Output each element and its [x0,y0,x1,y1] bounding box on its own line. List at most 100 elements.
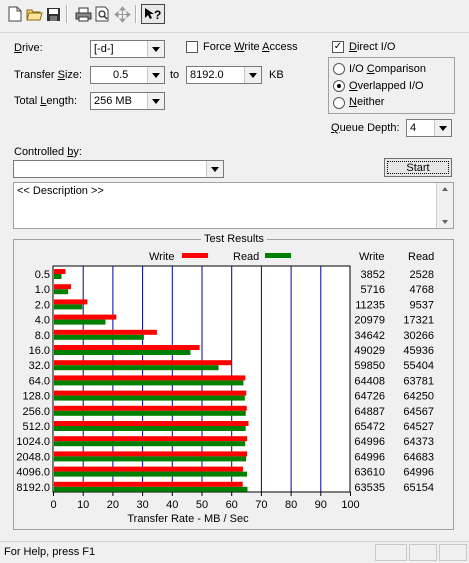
write-bar [54,269,66,274]
read-bar [54,410,246,416]
chevron-down-icon[interactable] [147,93,164,109]
y-tick-label: 32.0 [29,360,50,372]
read-bar [54,426,246,431]
overlapped-io-radio[interactable] [333,80,345,92]
y-tick-label: 512.0 [22,421,50,433]
chevron-down-icon[interactable] [147,67,164,83]
total-length-select[interactable]: 256 MB [90,92,165,110]
transfer-size-to-select[interactable]: 8192.0 [186,66,262,84]
x-tick-label: 40 [166,499,178,511]
read-value-label: 65154 [403,482,434,494]
write-value-label: 5716 [361,284,385,296]
context-help-icon[interactable]: ? [141,4,165,24]
write-value-label: 59850 [354,360,385,372]
legend-write-label: Write [149,251,174,263]
write-bar [54,390,247,396]
x-tick-label: 0 [50,499,56,511]
print-preview-icon[interactable] [92,4,112,24]
new-icon[interactable] [5,4,25,24]
toolbar: ? [0,0,469,33]
chevron-down-icon[interactable] [206,161,223,177]
read-bar [54,319,106,325]
neither-label: Neither [349,96,385,108]
y-tick-label: 64.0 [29,375,50,387]
description-text: << Description >> [17,185,104,197]
svg-text:?: ? [154,8,161,21]
queue-depth-value: 4 [410,122,417,134]
write-bar [54,466,243,472]
controlled-by-label: Controlled by: [14,146,82,158]
description-scrollbar[interactable] [436,183,453,228]
neither-radio[interactable] [333,97,345,109]
write-value-label: 34642 [354,330,385,342]
total-length-label: Total Length: [14,95,78,107]
description-textarea[interactable]: << Description >> [13,182,454,229]
read-value-label: 64527 [403,421,434,433]
read-value-label: 64250 [403,391,434,403]
save-icon[interactable] [43,4,63,24]
y-tick-label: 2048.0 [16,451,50,463]
read-bar [54,274,62,279]
write-value-label: 63610 [354,467,385,479]
drive-value: [-d-] [94,43,114,55]
force-write-access-checkbox[interactable] [186,41,198,53]
legend-read-label: Read [233,251,259,263]
y-tick-label: 16.0 [29,345,50,357]
transfer-size-to-value: 8192.0 [190,69,224,81]
transfer-size-unit: KB [269,69,284,81]
transfer-size-to-label: to [170,69,180,81]
y-tick-label: 2.0 [35,299,50,311]
read-column-header: Read [408,251,434,263]
total-length-value: 256 MB [94,95,132,107]
status-pane [439,544,467,561]
status-text: For Help, press F1 [4,546,96,558]
drive-label: Drive: [14,42,43,54]
write-value-label: 49029 [354,345,385,357]
chevron-down-icon[interactable] [147,41,164,57]
status-pane [409,544,437,561]
read-bar [54,304,83,310]
direct-io-label: Direct I/O [349,41,396,53]
read-bar [54,471,248,477]
x-tick-label: 60 [226,499,238,511]
read-bar [54,456,247,462]
write-bar [54,329,157,335]
x-tick-label: 50 [196,499,208,511]
queue-depth-select[interactable]: 4 [406,119,452,137]
write-bar [54,345,200,350]
x-tick-label: 20 [107,499,119,511]
write-bar [54,314,117,320]
y-tick-label: 1024.0 [16,436,50,448]
io-comparison-radio[interactable] [333,63,345,75]
write-value-label: 64887 [354,406,385,418]
chevron-down-icon[interactable] [244,67,261,83]
y-tick-label: 1.0 [35,284,50,296]
write-value-label: 3852 [361,269,385,281]
y-tick-label: 128.0 [22,391,50,403]
read-bar [54,395,245,401]
direct-io-checkbox[interactable]: ✓ [332,41,344,53]
transfer-size-from-select[interactable]: 0.5 [90,66,165,84]
controlled-by-select[interactable] [13,160,224,178]
move-icon[interactable] [112,4,132,24]
write-bar [54,284,71,290]
print-icon[interactable] [73,4,93,24]
write-value-label: 20979 [354,315,385,327]
io-comparison-label: I/O Comparison [349,63,427,75]
read-bar [54,350,191,355]
read-value-label: 55404 [403,360,434,372]
x-axis-label: Transfer Rate - MB / Sec [127,513,249,525]
write-value-label: 11235 [355,299,385,311]
drive-select[interactable]: [-d-] [90,40,165,58]
force-write-access-label: Force Write Access [203,41,298,53]
read-value-label: 2528 [410,269,434,281]
y-tick-label: 0.5 [35,269,50,281]
write-bar [54,360,232,366]
write-value-label: 64726 [354,391,385,403]
read-value-label: 64996 [403,467,434,479]
write-value-label: 64996 [354,451,385,463]
read-bar [54,486,248,492]
open-icon[interactable] [24,4,44,24]
start-button[interactable]: Start [384,158,452,177]
chevron-down-icon[interactable] [434,120,451,136]
